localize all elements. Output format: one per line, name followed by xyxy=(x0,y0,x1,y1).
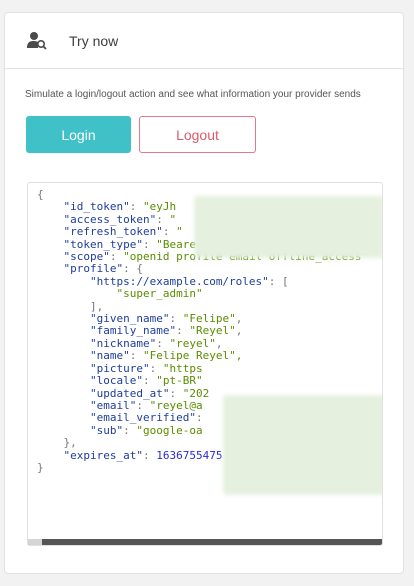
scrollbar-thumb[interactable] xyxy=(28,539,42,545)
redacted-profile-area xyxy=(223,395,382,495)
description-text: Simulate a login/logout action and see w… xyxy=(25,89,361,100)
response-code-viewer[interactable]: { "id_token": "eyJh "access_token": " "r… xyxy=(27,182,383,546)
logout-button[interactable]: Logout xyxy=(139,116,256,153)
horizontal-scrollbar[interactable] xyxy=(28,539,382,545)
try-now-card: Try now Simulate a login/logout action a… xyxy=(4,12,404,574)
login-button[interactable]: Login xyxy=(26,116,131,153)
card-header: Try now xyxy=(5,13,403,69)
card-title: Try now xyxy=(69,32,119,49)
redacted-token-area xyxy=(194,196,382,258)
user-search-icon xyxy=(27,30,49,52)
